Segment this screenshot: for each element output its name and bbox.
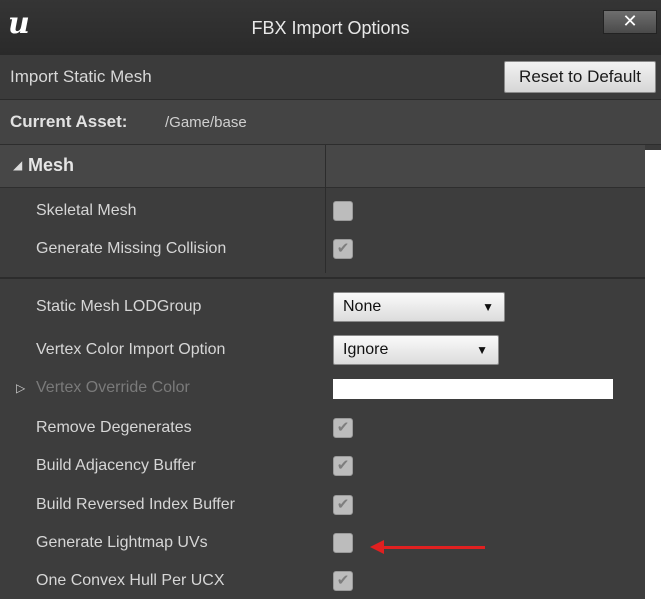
- checkmark-icon: ✔: [336, 419, 350, 436]
- current-asset-path: /Game/base: [165, 114, 247, 131]
- import-type-label: Import Static Mesh: [10, 67, 152, 86]
- one-convex-hull-per-ucx-checkbox[interactable]: ✔: [333, 571, 353, 591]
- close-icon: ✕: [622, 11, 638, 31]
- group-divider: [0, 277, 645, 279]
- generate-missing-collision-label: Generate Missing Collision: [36, 240, 227, 257]
- expand-arrow-icon[interactable]: ▷: [16, 381, 25, 395]
- section-title: Mesh: [28, 155, 75, 175]
- annotation-arrow-line: [380, 546, 485, 549]
- skeletal-mesh-checkbox[interactable]: [333, 201, 353, 221]
- vertex-override-color-label: Vertex Override Color: [36, 379, 190, 396]
- generate-lightmap-uvs-checkbox[interactable]: [333, 533, 353, 553]
- checkmark-icon: ✔: [336, 457, 350, 474]
- checkmark-icon: ✔: [336, 572, 350, 589]
- dropdown-arrow-icon: ▼: [476, 343, 488, 357]
- remove-degenerates-label: Remove Degenerates: [36, 419, 192, 436]
- vertex-color-import-option-dropdown[interactable]: Ignore ▼: [333, 335, 499, 365]
- checkmark-icon: ✔: [336, 496, 350, 513]
- skeletal-mesh-label: Skeletal Mesh: [36, 202, 137, 219]
- mesh-section-header[interactable]: ◢ Mesh: [0, 145, 645, 188]
- reset-to-default-button[interactable]: Reset to Default: [504, 61, 656, 93]
- build-adjacency-buffer-checkbox[interactable]: ✔: [333, 456, 353, 476]
- dropdown-value: None: [343, 298, 382, 315]
- checkmark-icon: ✔: [336, 240, 350, 257]
- current-asset-label: Current Asset:: [10, 112, 128, 131]
- import-header: Import Static Mesh Reset to Default: [0, 55, 661, 100]
- panel-edge: [645, 150, 661, 599]
- column-divider: [325, 145, 326, 273]
- build-reversed-index-buffer-checkbox[interactable]: ✔: [333, 495, 353, 515]
- build-reversed-index-buffer-label: Build Reversed Index Buffer: [36, 496, 235, 513]
- window-title: FBX Import Options: [251, 18, 410, 38]
- dropdown-arrow-icon: ▼: [482, 300, 494, 314]
- build-adjacency-buffer-label: Build Adjacency Buffer: [36, 457, 196, 474]
- vertex-override-color-swatch[interactable]: [333, 379, 613, 399]
- properties-panel: ◢ Mesh Skeletal Mesh Generate Missing Co…: [0, 145, 645, 599]
- vertex-color-import-option-label: Vertex Color Import Option: [36, 341, 226, 358]
- collapse-arrow-icon: ◢: [13, 158, 23, 172]
- static-mesh-lodgroup-label: Static Mesh LODGroup: [36, 298, 202, 315]
- current-asset-bar: Current Asset: /Game/base: [0, 100, 661, 145]
- static-mesh-lodgroup-dropdown[interactable]: None ▼: [333, 292, 505, 322]
- generate-lightmap-uvs-label: Generate Lightmap UVs: [36, 534, 208, 551]
- title-bar: u FBX Import Options ✕: [0, 0, 661, 55]
- remove-degenerates-checkbox[interactable]: ✔: [333, 418, 353, 438]
- dropdown-value: Ignore: [343, 341, 389, 358]
- generate-missing-collision-checkbox[interactable]: ✔: [333, 239, 353, 259]
- one-convex-hull-per-ucx-label: One Convex Hull Per UCX: [36, 572, 225, 589]
- close-button[interactable]: ✕: [603, 10, 657, 34]
